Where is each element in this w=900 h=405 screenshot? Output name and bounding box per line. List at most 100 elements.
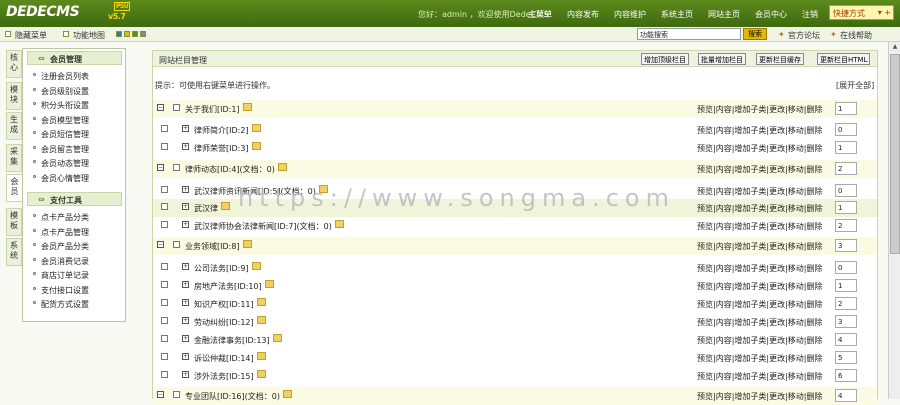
update-html-button[interactable]: 更新栏目HTML [817,53,871,65]
menu-item[interactable]: 会员心情管理 [33,173,89,184]
expand-icon[interactable]: + [182,353,189,360]
collapse-icon[interactable]: − [157,104,164,111]
row-actions[interactable]: 预览|内容|增加子类|更改|移动|删除 [697,203,822,214]
edit-icon[interactable] [257,370,266,378]
update-cache-button[interactable]: 更新栏目缓存 [756,53,804,65]
row-actions[interactable]: 预览|内容|增加子类|更改|移动|删除 [697,186,822,197]
edit-icon[interactable] [252,124,261,132]
menu-item[interactable]: 点卡产品分类 [33,212,89,223]
top-nav-item[interactable]: 主菜单 [528,9,552,20]
edit-icon[interactable] [221,202,230,210]
category-name[interactable]: 知识产权[ID:11] [194,299,254,310]
section-payment-tools[interactable]: ⇔ 支付工具 [27,192,122,206]
collapse-icon[interactable]: − [157,164,164,171]
sort-order-input[interactable]: 5 [835,351,857,364]
sort-order-input[interactable]: 2 [835,162,857,175]
menu-item[interactable]: 点卡产品管理 [33,227,89,238]
sort-order-input[interactable]: 0 [835,261,857,274]
scroll-up-icon[interactable]: ▲ [890,43,900,52]
row-actions[interactable]: 预览|内容|增加子类|更改|移动|删除 [697,263,822,274]
hide-menu-link[interactable]: 隐藏菜单 [15,30,47,41]
sort-order-input[interactable]: 2 [835,219,857,232]
row-actions[interactable]: 预览|内容|增加子类|更改|移动|删除 [697,281,822,292]
top-nav-item[interactable]: 内容发布 [567,9,599,20]
row-checkbox[interactable] [173,391,180,398]
menu-item[interactable]: 会员级别设置 [33,86,89,97]
edit-icon[interactable] [257,298,266,306]
top-nav-item[interactable]: 内容维护 [614,9,646,20]
row-actions[interactable]: 预览|内容|增加子类|更改|移动|删除 [697,221,822,232]
category-name[interactable]: 武汉律 [194,203,218,214]
row-checkbox[interactable] [161,221,168,228]
vertical-tab[interactable]: 会员 [6,174,22,202]
menu-item[interactable]: 支付接口设置 [33,285,89,296]
shortcut-button[interactable]: 快捷方式 ▾ + [829,5,894,20]
row-checkbox[interactable] [173,164,180,171]
category-name[interactable]: 劳动纠纷[ID:12] [194,317,254,328]
page-scrollbar[interactable]: ▲ [888,42,900,399]
collapse-icon[interactable]: − [157,391,164,398]
site-map-link[interactable]: 功能地图 [73,30,105,41]
sort-order-input[interactable]: 3 [835,315,857,328]
row-actions[interactable]: 预览|内容|增加子类|更改|移动|删除 [697,371,822,382]
sort-order-input[interactable]: 2 [835,297,857,310]
row-checkbox[interactable] [173,241,180,248]
batch-add-category-button[interactable]: 批量增加栏目 [698,53,746,65]
expand-icon[interactable]: + [182,143,189,150]
menu-item[interactable]: 配货方式设置 [33,299,89,310]
edit-icon[interactable] [265,280,274,288]
row-actions[interactable]: 预览|内容|增加子类|更改|移动|删除 [697,353,822,364]
expand-icon[interactable]: + [182,263,189,270]
category-name[interactable]: 武汉律师协会法律新闻[ID:7](文档：0) [194,221,332,232]
row-actions[interactable]: 预览|内容|增加子类|更改|移动|删除 [697,299,822,310]
menu-item[interactable]: 注册会员列表 [33,71,89,82]
row-checkbox[interactable] [161,143,168,150]
top-nav-item[interactable]: 注销 [802,9,818,20]
edit-icon[interactable] [257,316,266,324]
category-name[interactable]: 关于我们[ID:1] [185,104,240,115]
row-checkbox[interactable] [161,186,168,193]
category-name[interactable]: 涉外法务[ID:15] [194,371,254,382]
category-name[interactable]: 律师荣誉[ID:3] [194,143,249,154]
section-member-management[interactable]: ⇔ 会员管理 [27,51,122,65]
sort-order-input[interactable]: 4 [835,333,857,346]
theme-swatch-icon[interactable] [132,31,138,37]
row-actions[interactable]: 预览|内容|增加子类|更改|移动|删除 [697,391,822,402]
vertical-tab[interactable]: 生成 [6,112,22,140]
row-checkbox[interactable] [161,281,168,288]
row-checkbox[interactable] [161,263,168,270]
search-button[interactable]: 搜索 [743,28,767,40]
category-name[interactable]: 业务领域[ID:8] [185,241,240,252]
row-actions[interactable]: 预览|内容|增加子类|更改|移动|删除 [697,164,822,175]
category-name[interactable]: 公司法务[ID:9] [194,263,249,274]
collapse-icon[interactable]: − [157,241,164,248]
category-name[interactable]: 律师动态[ID:4](文档：0) [185,164,275,175]
sort-order-input[interactable]: 6 [835,369,857,382]
edit-icon[interactable] [243,103,252,111]
row-checkbox[interactable] [161,203,168,210]
row-checkbox[interactable] [161,317,168,324]
expand-icon[interactable]: + [182,125,189,132]
edit-icon[interactable] [278,163,287,171]
sort-order-input[interactable]: 1 [835,141,857,154]
sort-order-input[interactable]: 1 [835,102,857,115]
row-checkbox[interactable] [161,125,168,132]
sort-order-input[interactable]: 3 [835,239,857,252]
sort-order-input[interactable]: 1 [835,201,857,214]
vertical-tab[interactable]: 模块 [6,82,22,110]
row-actions[interactable]: 预览|内容|增加子类|更改|移动|删除 [697,241,822,252]
menu-item[interactable]: 会员产品分类 [33,241,89,252]
row-checkbox[interactable] [161,371,168,378]
edit-icon[interactable] [257,352,266,360]
sort-order-input[interactable]: 0 [835,184,857,197]
expand-icon[interactable]: + [182,317,189,324]
expand-icon[interactable]: + [182,203,189,210]
edit-icon[interactable] [252,262,261,270]
menu-item[interactable]: 会员模型管理 [33,115,89,126]
row-actions[interactable]: 预览|内容|增加子类|更改|移动|删除 [697,104,822,115]
row-checkbox[interactable] [161,335,168,342]
theme-swatch-icon[interactable] [140,31,146,37]
row-checkbox[interactable] [161,353,168,360]
menu-item[interactable]: 会员动态管理 [33,158,89,169]
help-link[interactable]: 在线帮助 [840,30,872,41]
